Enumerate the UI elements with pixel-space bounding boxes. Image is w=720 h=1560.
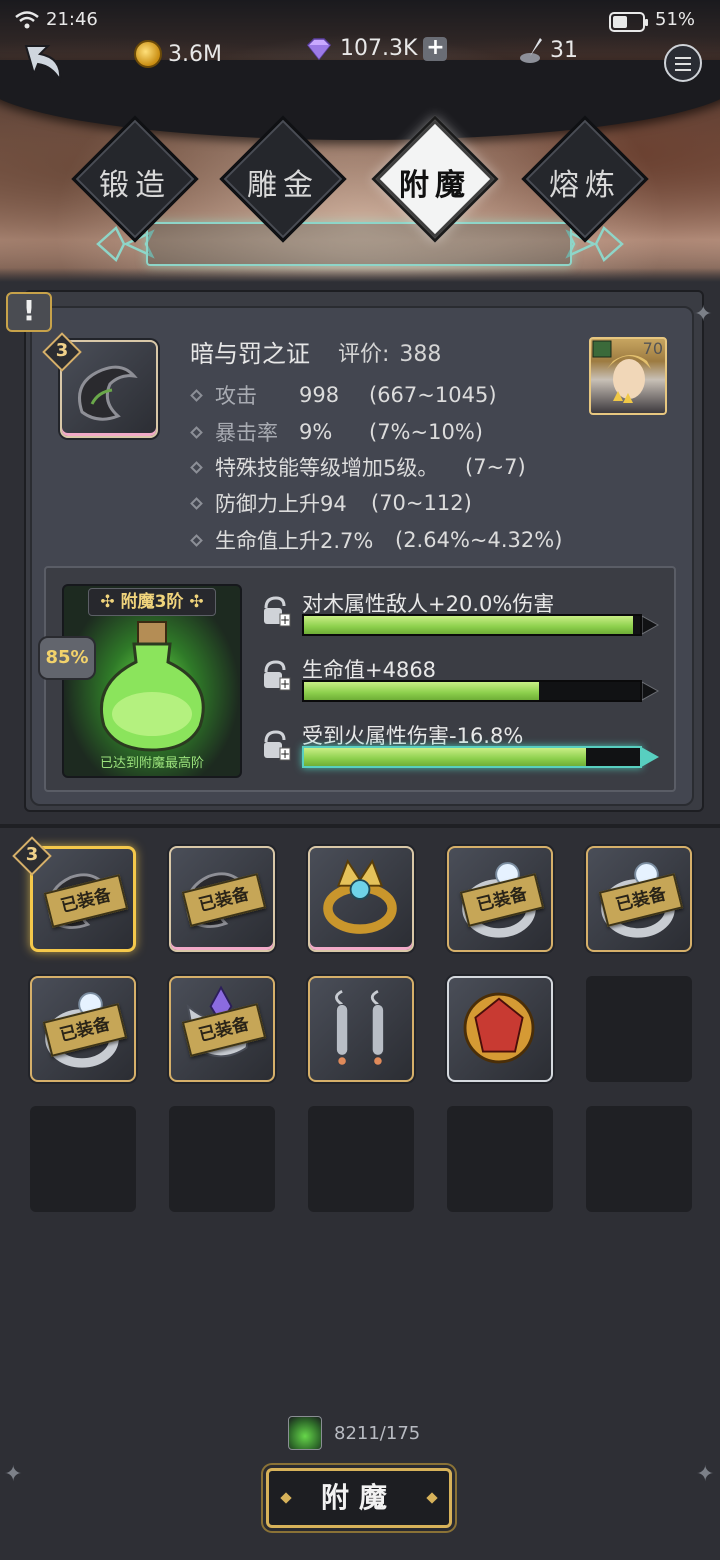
inventory-slot-empty xyxy=(586,1106,692,1212)
bar-arrow-icon xyxy=(642,747,660,767)
enchant-button[interactable]: 附魔 xyxy=(266,1468,452,1528)
gold-value: 3.6M xyxy=(168,41,222,67)
svg-text:+: + xyxy=(280,747,290,761)
inventory-slot[interactable]: 已装备 xyxy=(169,976,275,1082)
quill-counter: 31 xyxy=(518,36,578,64)
stat-hp: 生命值上升2.7% (2.64%~4.32%) xyxy=(190,525,562,555)
tab-engrave-label[interactable]: 雕金 xyxy=(223,160,343,204)
diamond-icon xyxy=(306,37,332,60)
enchant-potion-icon xyxy=(288,1416,322,1450)
enchant-cost: 8211/175 xyxy=(288,1416,420,1450)
enchant-bar-1-fill xyxy=(304,616,634,634)
enchant-max-text: 已达到附魔最高阶 xyxy=(99,756,204,771)
bar-arrow-icon xyxy=(642,615,660,635)
gold-counter: 3.6M xyxy=(134,40,222,68)
gold-coin-icon xyxy=(134,40,162,68)
enchant-tier: ✣ 附魔3阶 ✣ xyxy=(88,588,216,616)
tab-enchant-label[interactable]: 附魔 xyxy=(375,160,495,204)
rating-label: 评价: xyxy=(338,342,390,367)
ruby-amulet-icon xyxy=(463,992,535,1064)
svg-text:+: + xyxy=(280,613,290,627)
inventory-slot-empty xyxy=(169,1106,275,1212)
lock-icon[interactable]: + xyxy=(260,660,294,694)
corner-star-icon: ✦ xyxy=(4,1462,23,1487)
inventory-slot[interactable] xyxy=(447,976,553,1082)
back-arrow-icon[interactable] xyxy=(18,40,68,86)
silver-earrings-icon xyxy=(335,989,385,1065)
enchant-bar-2-fill xyxy=(304,682,540,700)
enchant-cost-value: 8211/175 xyxy=(334,1422,421,1444)
tab-forge-label[interactable]: 锻造 xyxy=(75,160,195,204)
stat-crit: 暴击率 9% (7%~10%) xyxy=(190,417,483,447)
corner-star-icon: ✦ xyxy=(696,1462,715,1487)
tab-smelt-label[interactable]: 熔炼 xyxy=(525,160,645,204)
item-level: 3 xyxy=(55,340,69,361)
item-rating: 评价: 388 xyxy=(338,336,441,368)
stat-defense: 防御力上升94 (70~112) xyxy=(190,488,472,518)
quill-value: 31 xyxy=(550,37,578,63)
stat-attack: 攻击 998 (667~1045) xyxy=(190,380,497,410)
rating-value: 388 xyxy=(399,342,442,367)
inventory-slot-empty xyxy=(308,1106,414,1212)
stat-skill-level: 特殊技能等级增加5级。 (7~7) xyxy=(190,452,526,482)
lock-icon[interactable]: + xyxy=(260,596,294,630)
inventory-slot[interactable]: 已装备 xyxy=(586,846,692,952)
enchant-bar-2 xyxy=(302,680,642,702)
tab-indicator-rail xyxy=(146,222,572,266)
inventory-slot[interactable]: 已装备 xyxy=(447,846,553,952)
inventory-slot-empty xyxy=(586,976,692,1082)
hero-level: 70 xyxy=(642,339,663,358)
slot-level: 3 xyxy=(25,844,39,865)
inventory-slot-empty xyxy=(447,1106,553,1212)
wifi-icon xyxy=(15,11,39,29)
diamond-value: 107.3K xyxy=(340,36,418,61)
add-diamonds-button[interactable]: + xyxy=(423,36,448,61)
info-alert-button[interactable]: ! xyxy=(6,292,52,332)
status-time: 21:46 xyxy=(46,9,98,30)
golden-crown-ring-icon xyxy=(323,859,397,934)
bar-arrow-icon xyxy=(642,681,660,701)
enchant-bar-3-fill xyxy=(304,748,587,766)
quill-ink-icon xyxy=(520,38,542,63)
section-divider xyxy=(0,824,720,828)
diamond-counter: 107.3K + xyxy=(304,36,448,61)
inventory-slot-empty xyxy=(30,1106,136,1212)
corner-star-icon: ✦ xyxy=(694,302,713,327)
equipped-hero-avatar[interactable]: 70 xyxy=(589,337,667,415)
enchant-percent-badge: 85% xyxy=(38,636,96,680)
enchant-bar-1 xyxy=(302,614,642,636)
inventory-slot[interactable]: 已装备 xyxy=(169,846,275,952)
menu-button[interactable] xyxy=(664,44,702,82)
enchant-bar-3 xyxy=(302,746,642,768)
battery-percent: 51% xyxy=(655,9,696,30)
inventory-slot[interactable] xyxy=(308,846,414,952)
svg-text:+: + xyxy=(280,677,290,691)
inventory-slot[interactable] xyxy=(308,976,414,1082)
resource-bar: 3.6M 107.3K + 31 xyxy=(0,34,720,84)
battery-icon xyxy=(609,12,648,32)
lock-icon[interactable]: + xyxy=(260,730,294,764)
item-name: 暗与罚之证 xyxy=(190,340,310,368)
inventory-slot[interactable]: 已装备 xyxy=(30,976,136,1082)
